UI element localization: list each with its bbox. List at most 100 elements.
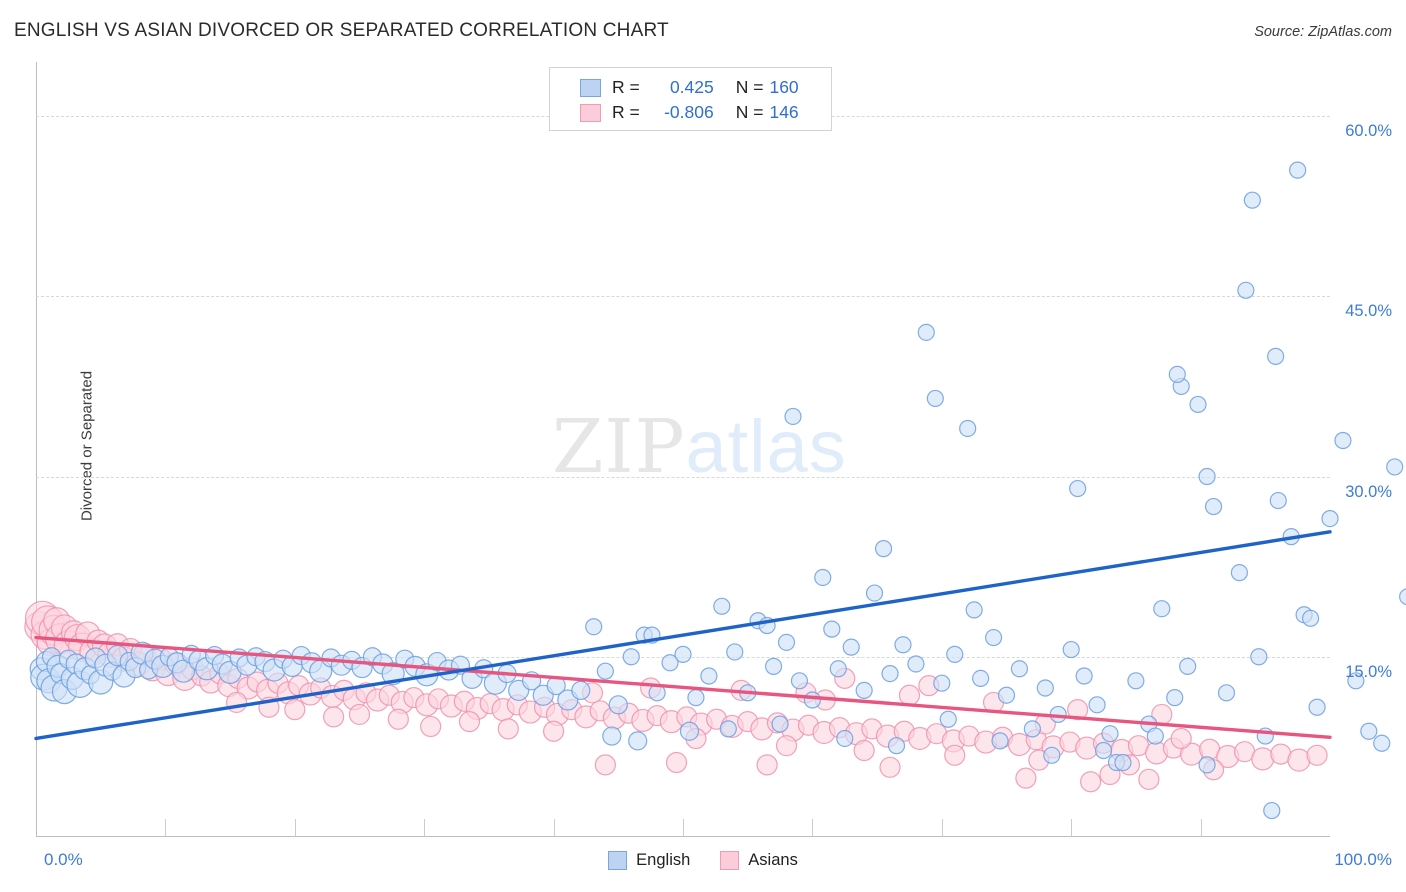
data-point: [1321, 509, 1339, 528]
data-point: [1114, 753, 1132, 772]
data-point: [726, 643, 744, 661]
data-point: [879, 756, 901, 778]
data-point: [1301, 609, 1320, 627]
data-point: [596, 662, 614, 680]
r-label-asians: R =: [612, 102, 640, 122]
y-axis-tick-label: 15.0%: [1345, 662, 1392, 681]
data-point: [585, 618, 603, 636]
data-point: [497, 718, 519, 740]
data-point: [1386, 458, 1404, 476]
y-axis-tick-label: 30.0%: [1345, 482, 1392, 501]
data-point: [1168, 365, 1186, 384]
data-point: [917, 323, 935, 341]
data-point: [1127, 672, 1145, 690]
data-point: [1204, 497, 1223, 516]
data-point: [602, 726, 622, 746]
data-point: [898, 684, 921, 706]
page-title: ENGLISH VS ASIAN DIVORCED OR SEPARATED C…: [14, 20, 669, 41]
data-point: [907, 655, 925, 673]
data-point: [874, 540, 893, 558]
data-point: [946, 645, 964, 663]
asians-swatch-icon: [580, 103, 601, 122]
data-point: [1166, 689, 1184, 707]
data-point: [1399, 588, 1406, 606]
data-point: [225, 691, 248, 714]
english-legend-swatch-icon: [608, 851, 628, 870]
source-attribution: Source: ZipAtlas.com: [1254, 24, 1392, 40]
data-point: [1023, 720, 1041, 738]
legend-item-asians[interactable]: Asians: [720, 851, 798, 870]
data-point: [984, 628, 1003, 647]
data-point: [965, 601, 983, 619]
data-point: [1069, 479, 1087, 498]
data-point: [1306, 744, 1328, 766]
data-point: [784, 407, 802, 426]
data-point: [1250, 648, 1268, 666]
data-point: [542, 720, 565, 742]
y-axis-tick-label: 45.0%: [1345, 302, 1392, 321]
plot-area: [24, 62, 1406, 837]
data-point: [756, 754, 778, 776]
data-point: [458, 711, 481, 733]
data-point: [997, 686, 1016, 704]
data-point: [865, 584, 884, 602]
data-point: [594, 754, 616, 776]
data-point: [959, 419, 977, 438]
data-point: [1230, 564, 1249, 582]
data-point: [1289, 161, 1307, 179]
data-point: [1198, 467, 1216, 486]
data-point: [777, 633, 796, 651]
data-point: [1198, 756, 1216, 774]
correlation-legend: R = 0.425 N = 160 R = -0.806 N = 146: [549, 67, 832, 131]
scatter-canvas: [24, 161, 1406, 820]
data-point: [939, 710, 957, 728]
data-point: [1138, 768, 1160, 790]
data-point: [803, 691, 822, 709]
data-point: [284, 699, 306, 721]
data-point: [1088, 696, 1106, 714]
data-point: [944, 744, 966, 766]
data-point: [842, 638, 860, 656]
data-point: [991, 732, 1009, 750]
r-value-english: 0.425: [669, 77, 714, 97]
data-point: [387, 708, 409, 730]
data-point: [1308, 698, 1326, 716]
data-point: [1179, 657, 1197, 675]
data-point: [855, 681, 873, 700]
data-point: [1015, 767, 1037, 789]
data-point: [628, 731, 648, 751]
data-point: [1373, 734, 1391, 752]
data-point: [1263, 801, 1281, 820]
data-point: [719, 720, 737, 738]
data-point: [1360, 722, 1378, 740]
data-point: [1217, 684, 1236, 702]
data-point: [887, 737, 906, 755]
data-point: [764, 657, 783, 675]
data-point: [1243, 191, 1261, 209]
asians-legend-swatch-icon: [720, 851, 740, 870]
english-legend-label: English: [636, 851, 691, 869]
data-point: [1269, 491, 1287, 510]
data-point: [836, 729, 854, 748]
legend-item-english[interactable]: English: [608, 851, 690, 870]
data-point: [1036, 679, 1054, 697]
series-legend: English Asians: [0, 851, 1406, 870]
data-point: [926, 389, 944, 408]
english-swatch-icon: [580, 78, 601, 97]
data-point: [1043, 746, 1061, 764]
data-point: [1094, 741, 1113, 760]
data-point: [608, 695, 628, 715]
n-value-asians: 146: [769, 102, 799, 122]
data-point: [1101, 725, 1119, 743]
data-point: [1010, 660, 1029, 678]
data-point: [1251, 747, 1275, 771]
data-point: [713, 597, 731, 615]
data-point: [1075, 667, 1093, 685]
data-point: [348, 703, 371, 726]
data-point: [1146, 727, 1164, 745]
data-point: [674, 645, 692, 663]
n-label-asians: N =: [735, 102, 764, 122]
correlation-row-english: R = 0.425 N = 160: [580, 75, 831, 100]
data-point: [829, 660, 847, 678]
r-label-english: R =: [612, 77, 640, 97]
